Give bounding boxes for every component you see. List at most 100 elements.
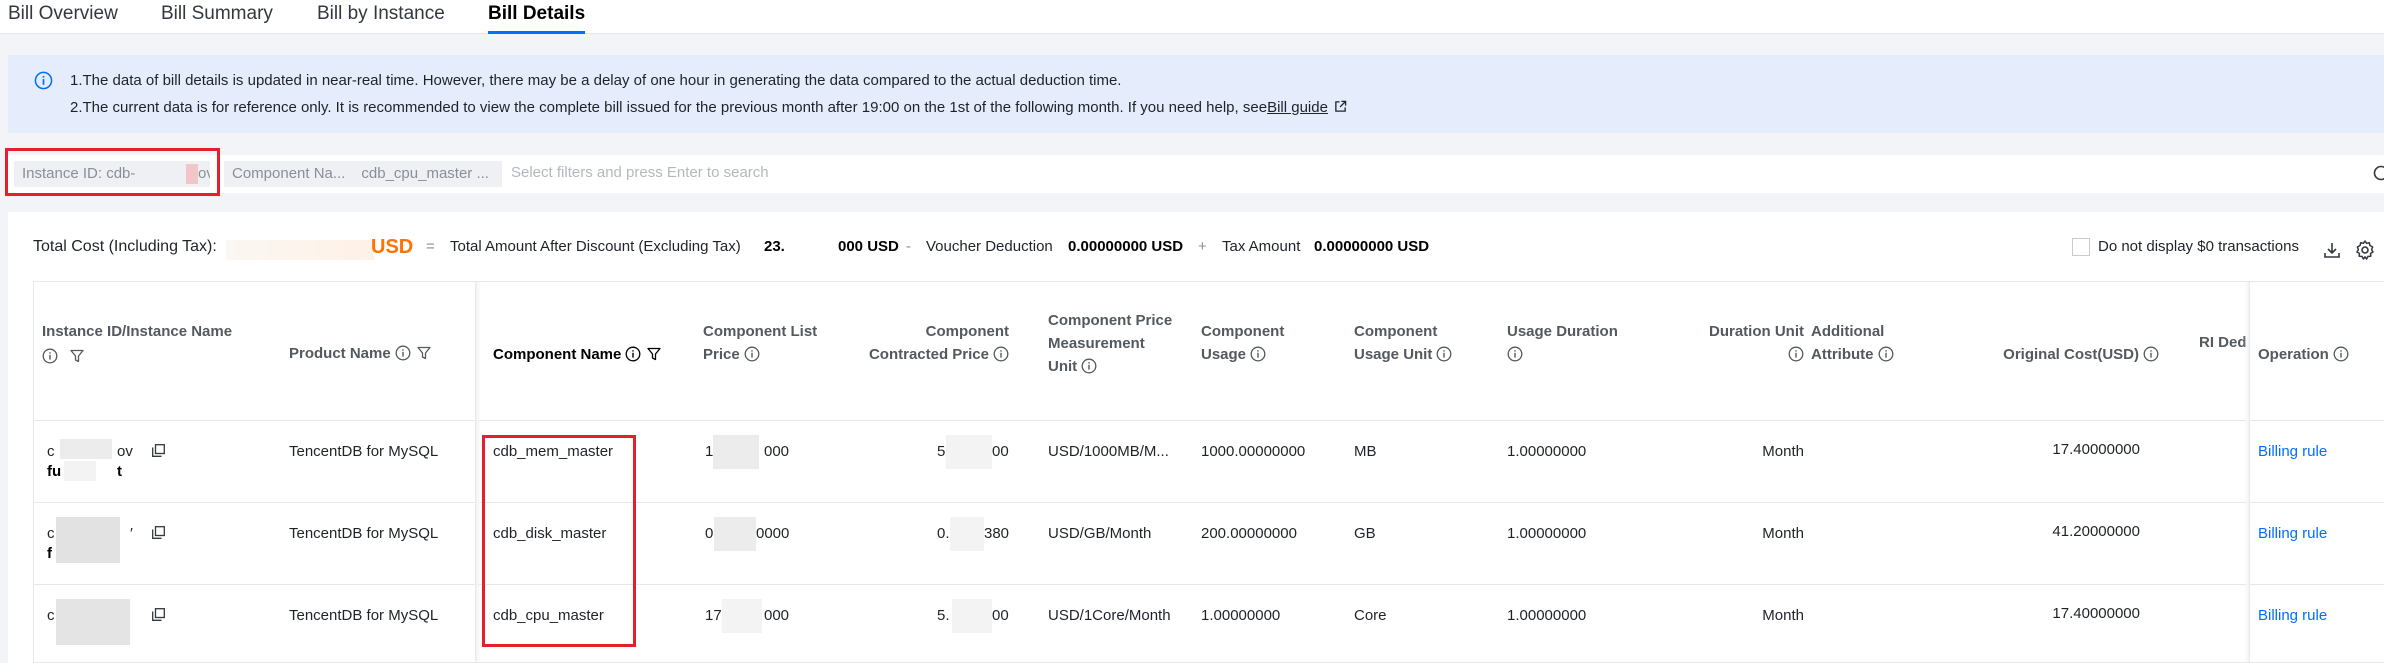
fixed-column-shadow bbox=[2244, 282, 2250, 662]
col-list-price: Component List Price bbox=[703, 320, 817, 366]
copy-icon[interactable] bbox=[152, 608, 165, 621]
table-row: c TencentDB for MySQL cdb_cpu_master 17 … bbox=[34, 585, 2384, 662]
tab-bill-overview[interactable]: Bill Overview bbox=[8, 0, 118, 34]
info-icon[interactable] bbox=[1878, 346, 1894, 362]
bill-details-table: Instance ID/Instance Name Product Name C… bbox=[33, 281, 2384, 663]
billing-rule-link[interactable]: Billing rule bbox=[2258, 443, 2327, 460]
col-contracted-price: Component Contracted Price bbox=[854, 320, 1009, 366]
list-price-tail: 000 bbox=[764, 443, 790, 460]
col-measurement-line2: Measurement bbox=[1048, 335, 1145, 352]
download-icon[interactable] bbox=[2322, 240, 2342, 260]
measurement-unit: USD/GB/Month bbox=[1048, 525, 1152, 542]
instance-id[interactable]: c bbox=[47, 607, 55, 624]
instance-id-tail: ′ bbox=[130, 525, 133, 542]
info-icon[interactable] bbox=[1250, 346, 1266, 362]
hide-zero-checkbox[interactable] bbox=[2072, 238, 2090, 256]
after-discount-label: Total Amount After Discount (Excluding T… bbox=[450, 238, 741, 255]
filter-chip-component-name[interactable]: Component Na... cdb_cpu_master ... bbox=[224, 161, 502, 187]
info-icon[interactable] bbox=[1507, 346, 1523, 362]
redacted-value bbox=[56, 599, 130, 645]
filter-bar[interactable]: Instance ID: cdb- ov Component Na...cdb_… bbox=[8, 155, 2384, 193]
col-measurement: Component Price Measurement Unit bbox=[1048, 309, 1172, 378]
redacted-value bbox=[56, 517, 120, 563]
info-icon[interactable] bbox=[993, 346, 1009, 362]
original-cost: 17.40000000 bbox=[2052, 441, 2140, 458]
component-usage: 1000.00000000 bbox=[1201, 443, 1306, 460]
plus-sign: + bbox=[1198, 238, 1207, 255]
equals-sign: = bbox=[426, 238, 435, 255]
component-usage: 1.00000000 bbox=[1201, 607, 1281, 624]
col-measurement-line1: Component Price bbox=[1048, 312, 1173, 329]
notice-line-2: 2.The current data is for reference only… bbox=[70, 99, 1347, 116]
external-link-icon[interactable] bbox=[1334, 100, 1347, 113]
col-usage-unit-line2: Usage Unit bbox=[1354, 346, 1433, 363]
bill-guide-link[interactable]: Bill guide bbox=[1267, 99, 1328, 116]
col-duration: Usage Duration bbox=[1507, 320, 1618, 366]
usage-duration: 1.00000000 bbox=[1507, 443, 1587, 460]
filter-icon[interactable] bbox=[417, 346, 431, 360]
col-component: Component Name bbox=[493, 343, 661, 366]
list-price: 17 bbox=[705, 607, 722, 624]
hide-zero-label[interactable]: Do not display $0 transactions bbox=[2098, 238, 2299, 255]
instance-id-tail: ov bbox=[117, 443, 133, 460]
col-original-cost: Original Cost(USD) bbox=[1964, 343, 2159, 366]
gear-icon[interactable] bbox=[2354, 239, 2376, 261]
tab-bill-by-instance[interactable]: Bill by Instance bbox=[317, 0, 445, 34]
bill-details-panel: Total Cost (Including Tax): USD = Total … bbox=[8, 212, 2384, 663]
tax-label: Tax Amount bbox=[1222, 238, 1301, 255]
tab-bill-summary[interactable]: Bill Summary bbox=[161, 0, 273, 34]
info-icon[interactable] bbox=[2333, 346, 2349, 362]
original-cost: 41.20000000 bbox=[2052, 523, 2140, 540]
product-name: TencentDB for MySQL bbox=[289, 443, 439, 460]
filter-chip-component-value: cdb_cpu_master ... bbox=[361, 165, 489, 182]
redacted-value bbox=[714, 517, 756, 551]
after-discount-value-b: 000 USD bbox=[838, 238, 899, 255]
search-icon[interactable] bbox=[2372, 164, 2384, 184]
instance-name: f bbox=[47, 545, 52, 562]
billing-rule-link[interactable]: Billing rule bbox=[2258, 525, 2327, 542]
filter-chip-component-label: Component Na... bbox=[232, 165, 346, 182]
filter-icon[interactable] bbox=[70, 349, 84, 363]
minus-sign: - bbox=[906, 238, 911, 255]
col-product-label: Product Name bbox=[289, 345, 391, 362]
tab-bill-details[interactable]: Bill Details bbox=[488, 0, 586, 34]
info-icon[interactable] bbox=[625, 346, 641, 362]
copy-icon[interactable] bbox=[152, 444, 165, 457]
instance-id[interactable]: c bbox=[47, 443, 55, 460]
info-icon[interactable] bbox=[1081, 358, 1097, 374]
duration-unit: Month bbox=[1762, 607, 1804, 624]
tax-value: 0.00000000 USD bbox=[1314, 238, 1430, 255]
table-row: c ′ f TencentDB for MySQL cdb_disk_maste… bbox=[34, 503, 2384, 585]
contracted-price: 0. bbox=[937, 525, 950, 542]
product-name: TencentDB for MySQL bbox=[289, 525, 439, 542]
list-price-tail: 0000 bbox=[756, 525, 790, 542]
filter-search-input[interactable]: Select filters and press Enter to search bbox=[511, 164, 769, 181]
col-measurement-line3: Unit bbox=[1048, 358, 1078, 375]
info-icon[interactable] bbox=[1436, 346, 1452, 362]
info-icon[interactable] bbox=[1788, 346, 1804, 362]
redacted-total bbox=[226, 240, 374, 260]
copy-icon[interactable] bbox=[152, 526, 165, 539]
contracted-price-tail: 380 bbox=[984, 525, 1010, 542]
billing-rule-link[interactable]: Billing rule bbox=[2258, 607, 2327, 624]
filter-icon[interactable] bbox=[647, 347, 661, 361]
col-duration-unit-label: Duration Unit bbox=[1709, 323, 1804, 340]
after-discount-value-a: 23. bbox=[764, 238, 785, 255]
info-icon[interactable] bbox=[2143, 346, 2159, 362]
col-duration-label: Usage Duration bbox=[1507, 323, 1618, 340]
info-icon[interactable] bbox=[395, 345, 411, 361]
info-icon[interactable] bbox=[744, 346, 760, 362]
col-usage-line1: Component bbox=[1201, 323, 1285, 340]
col-ri-deduction: RI Ded bbox=[2199, 334, 2247, 351]
usage-unit: GB bbox=[1354, 525, 1376, 542]
col-product: Product Name bbox=[289, 342, 431, 365]
notice-line-2-text: 2.The current data is for reference only… bbox=[70, 99, 1268, 116]
instance-id[interactable]: c bbox=[47, 525, 55, 542]
usage-duration: 1.00000000 bbox=[1507, 607, 1587, 624]
total-cost-label: Total Cost (Including Tax): bbox=[33, 238, 217, 255]
info-icon[interactable] bbox=[42, 348, 58, 364]
col-additional-line1: Additional bbox=[1811, 323, 1885, 340]
component-usage: 200.00000000 bbox=[1201, 525, 1297, 542]
col-usage: Component Usage bbox=[1201, 320, 1284, 366]
col-usage-line2: Usage bbox=[1201, 346, 1247, 363]
